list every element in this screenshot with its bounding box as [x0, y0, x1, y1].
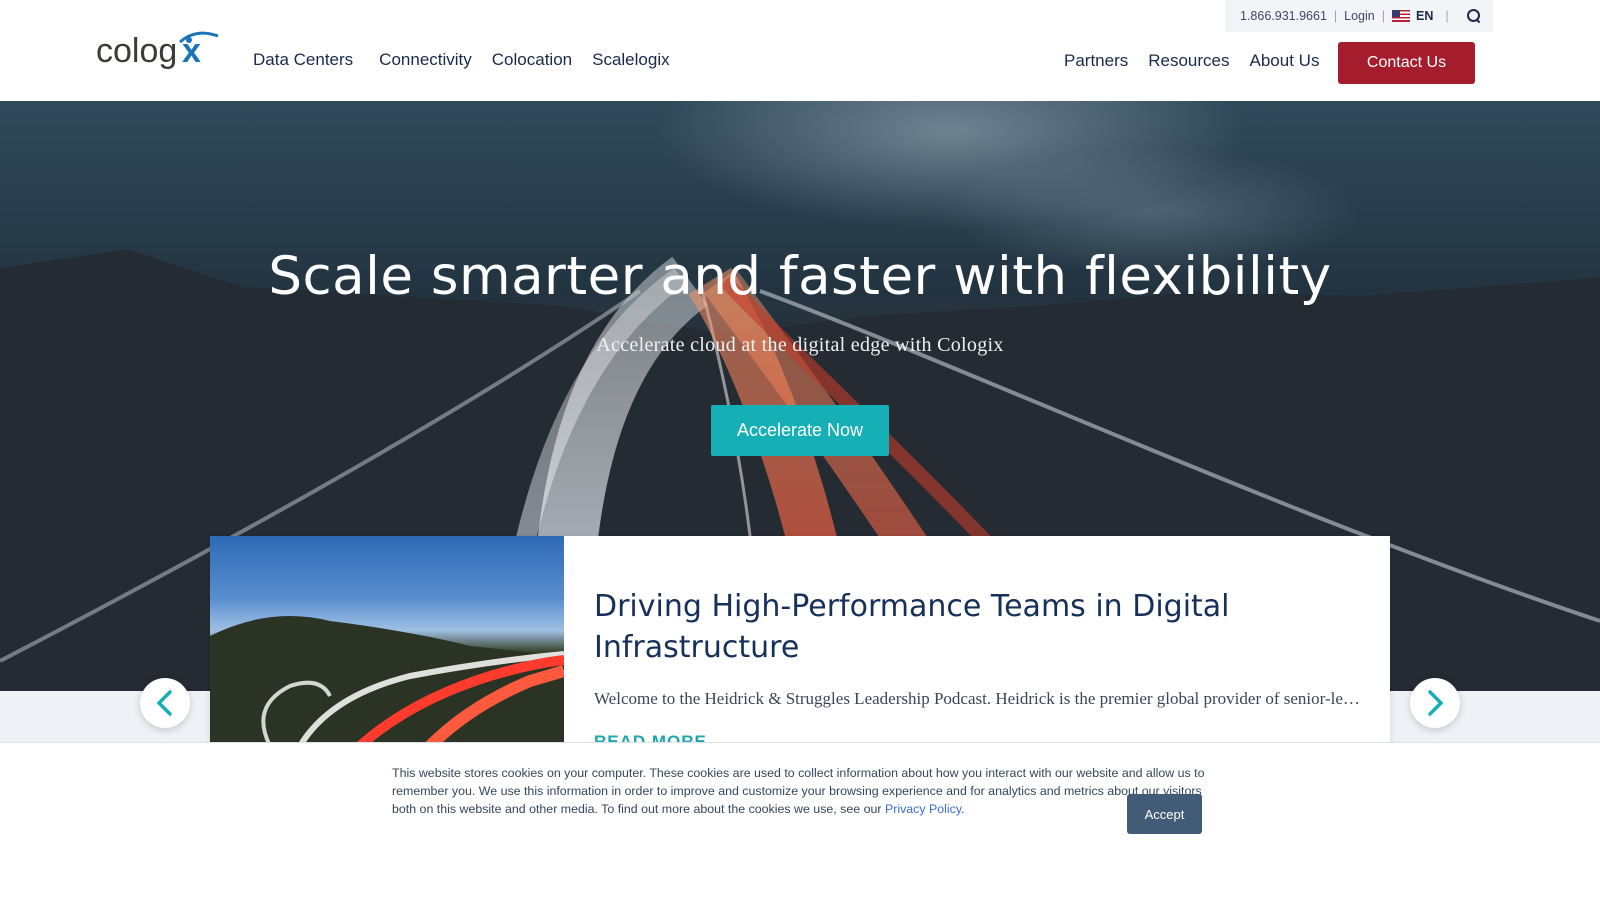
card-image — [210, 536, 564, 746]
nav-colocation[interactable]: Colocation — [492, 50, 572, 70]
flag-us-icon — [1391, 10, 1410, 22]
card-highway-image — [210, 616, 564, 746]
utility-bar: 1.866.931.9661 | Login | EN | — [1225, 0, 1493, 32]
card-title[interactable]: Driving High-Performance Teams in Digita… — [594, 586, 1294, 668]
cologix-logo[interactable]: colog x — [96, 30, 221, 72]
primary-nav: Data Centers Connectivity Colocation Sca… — [253, 50, 690, 70]
nav-about-us[interactable]: About Us — [1250, 51, 1320, 71]
card-excerpt: Welcome to the Heidrick & Struggles Lead… — [594, 689, 1364, 708]
hero-title: Scale smarter and faster with flexibilit… — [268, 246, 1332, 307]
chevron-right-icon — [1428, 690, 1444, 716]
search-icon[interactable] — [1466, 9, 1481, 23]
phone-link[interactable]: 1.866.931.9661 — [1240, 9, 1327, 23]
carousel-next-button[interactable] — [1410, 678, 1460, 728]
cookie-banner: This website stores cookies on your comp… — [0, 742, 1600, 900]
nav-scalelogix[interactable]: Scalelogix — [592, 50, 670, 70]
hero-subtitle: Accelerate cloud at the digital edge wit… — [596, 334, 1004, 356]
logo-mark: colog x — [96, 31, 219, 70]
divider: | — [1445, 9, 1449, 23]
chevron-left-icon — [156, 690, 172, 716]
divider: | — [1333, 9, 1338, 23]
language-selector[interactable]: EN — [1391, 9, 1434, 23]
cookie-suffix: . — [961, 802, 965, 816]
logo-text: colog — [96, 32, 177, 70]
nav-data-centers[interactable]: Data Centers — [253, 50, 353, 70]
accelerate-now-button[interactable]: Accelerate Now — [711, 405, 889, 456]
nav-resources[interactable]: Resources — [1148, 51, 1229, 71]
cookie-message: This website stores cookies on your comp… — [392, 764, 1217, 818]
carousel-prev-button[interactable] — [140, 678, 190, 728]
nav-connectivity[interactable]: Connectivity — [379, 50, 472, 70]
divider: | — [1381, 9, 1385, 23]
accept-button[interactable]: Accept — [1127, 794, 1202, 834]
language-label: EN — [1415, 9, 1434, 23]
privacy-policy-link[interactable]: Privacy Policy — [885, 802, 961, 816]
nav-partners[interactable]: Partners — [1064, 51, 1128, 71]
login-link[interactable]: Login — [1344, 9, 1375, 23]
secondary-nav: Partners Resources About Us — [1064, 51, 1339, 71]
contact-us-button[interactable]: Contact Us — [1338, 42, 1475, 84]
cookie-body: This website stores cookies on your comp… — [392, 766, 1205, 816]
